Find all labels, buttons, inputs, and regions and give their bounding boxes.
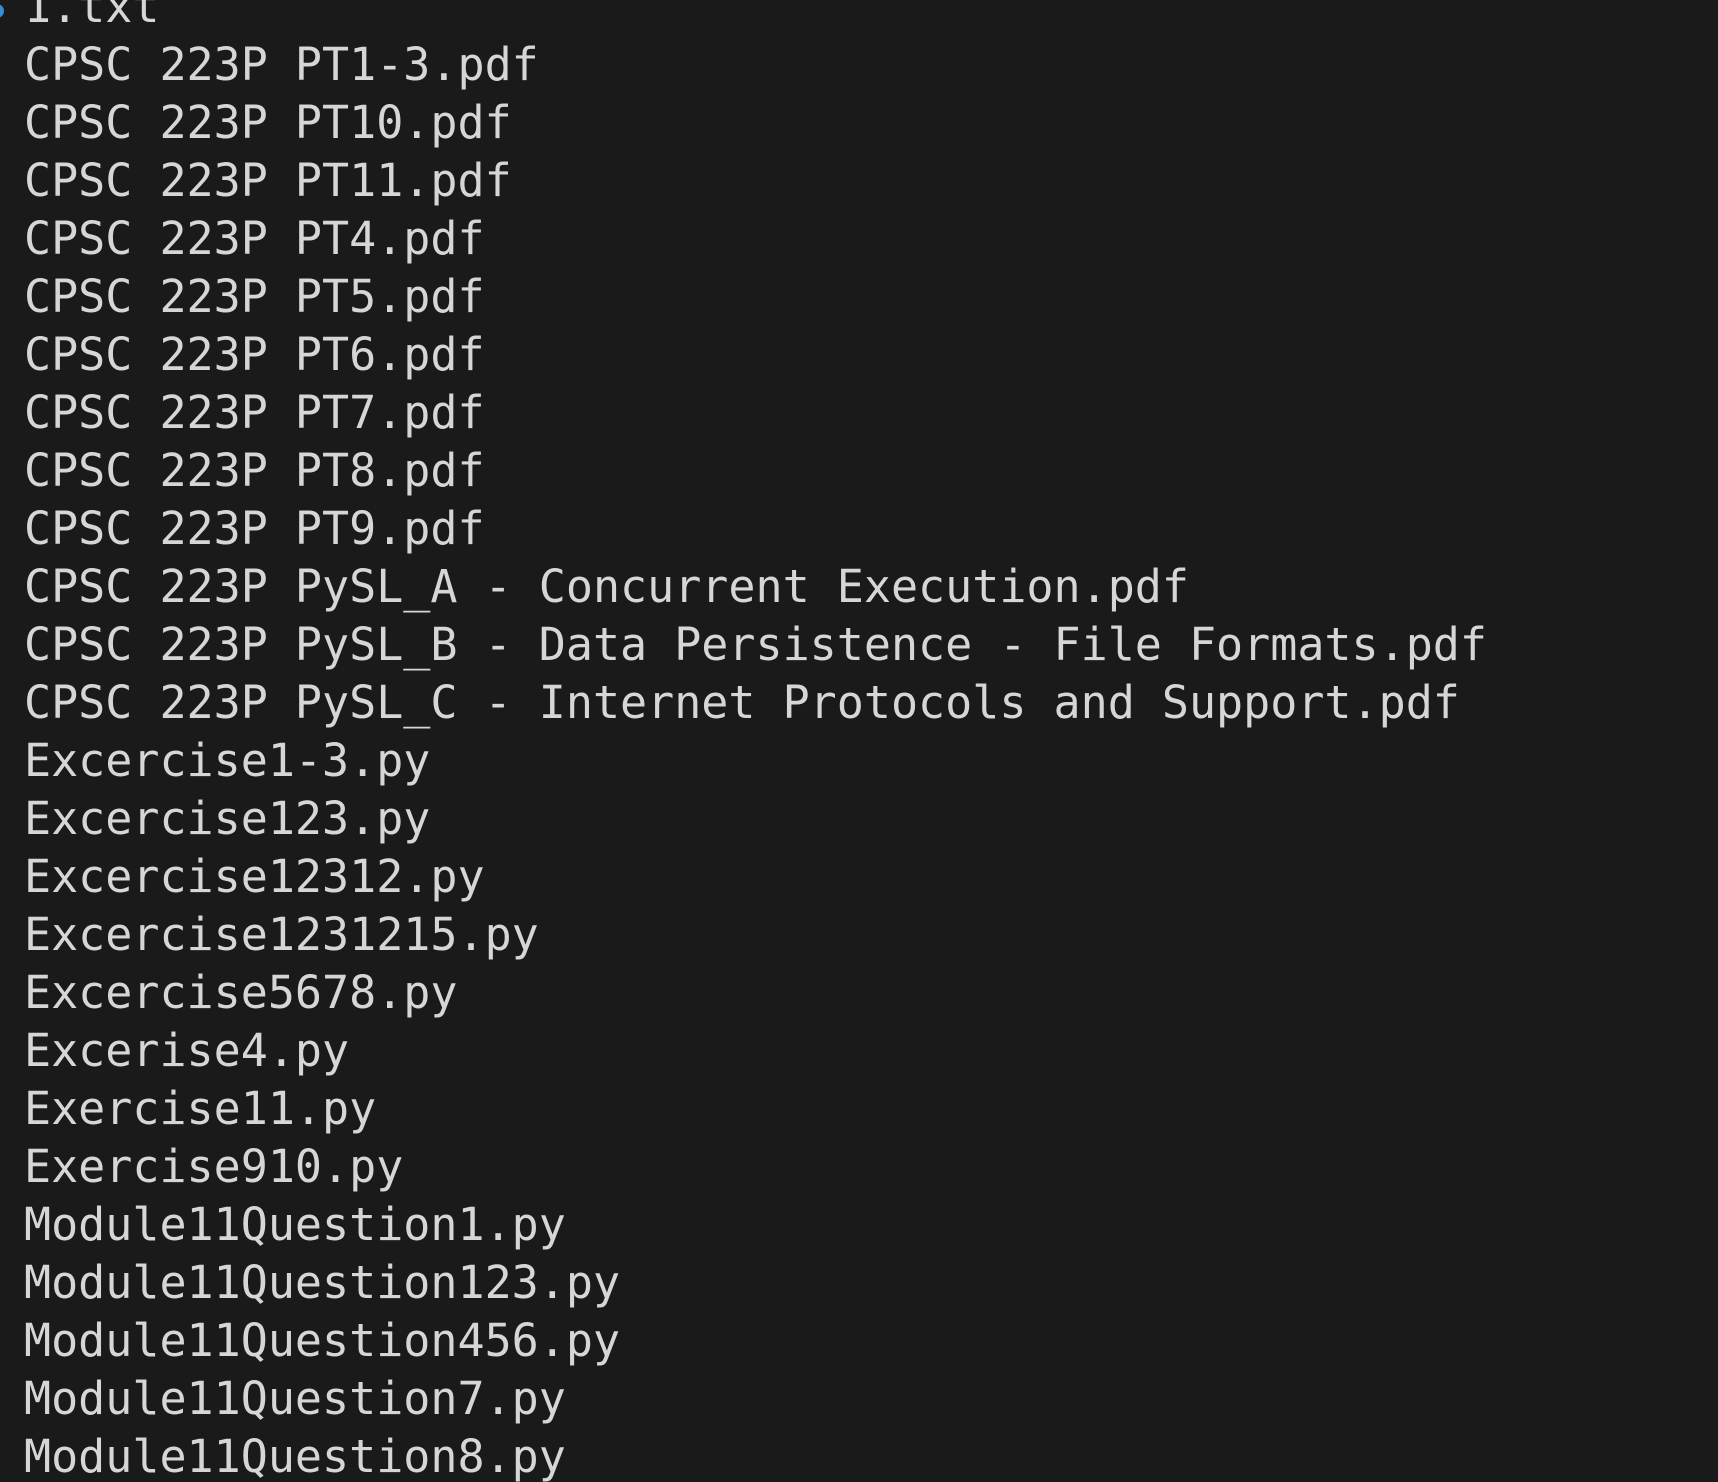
file-entry: CPSC 223P PT5.pdf — [24, 270, 485, 323]
file-entry: CPSC 223P PySL_C - Internet Protocols an… — [24, 676, 1460, 729]
file-entry: CPSC 223P PT7.pdf — [24, 386, 485, 439]
file-entry: Excercise123.py — [24, 792, 431, 845]
file-entry: Module11Question7.py — [24, 1372, 566, 1425]
file-entry: Excercise1-3.py — [24, 734, 431, 787]
file-entry: Module11Question8.py — [24, 1430, 566, 1482]
file-entry: 1.txt — [24, 0, 160, 33]
file-entry: Excerise4.py — [24, 1024, 350, 1077]
file-entry: CPSC 223P PT4.pdf — [24, 212, 485, 265]
file-entry: Module11Question1.py — [24, 1198, 566, 1251]
file-entry: Excercise5678.py — [24, 966, 458, 1019]
file-entry: CPSC 223P PT10.pdf — [24, 96, 512, 149]
file-list: 1.txt CPSC 223P PT1-3.pdf CPSC 223P PT10… — [24, 0, 1487, 1482]
file-entry: CPSC 223P PySL_B - Data Persistence - Fi… — [24, 618, 1487, 671]
file-entry: CPSC 223P PT9.pdf — [24, 502, 485, 555]
file-entry: Exercise910.py — [24, 1140, 404, 1193]
file-entry: Module11Question456.py — [24, 1314, 621, 1367]
file-entry: Excercise1231215.py — [24, 908, 539, 961]
terminal-output: 1.txt CPSC 223P PT1-3.pdf CPSC 223P PT10… — [0, 0, 1718, 1482]
file-entry: Excercise12312.py — [24, 850, 485, 903]
file-entry: Module11Question123.py — [24, 1256, 621, 1309]
status-dot-icon — [0, 4, 4, 18]
file-entry: CPSC 223P PT8.pdf — [24, 444, 485, 497]
file-entry: CPSC 223P PySL_A - Concurrent Execution.… — [24, 560, 1189, 613]
file-entry: CPSC 223P PT6.pdf — [24, 328, 485, 381]
file-entry: CPSC 223P PT11.pdf — [24, 154, 512, 207]
file-entry: CPSC 223P PT1-3.pdf — [24, 38, 539, 91]
file-entry: Exercise11.py — [24, 1082, 377, 1135]
